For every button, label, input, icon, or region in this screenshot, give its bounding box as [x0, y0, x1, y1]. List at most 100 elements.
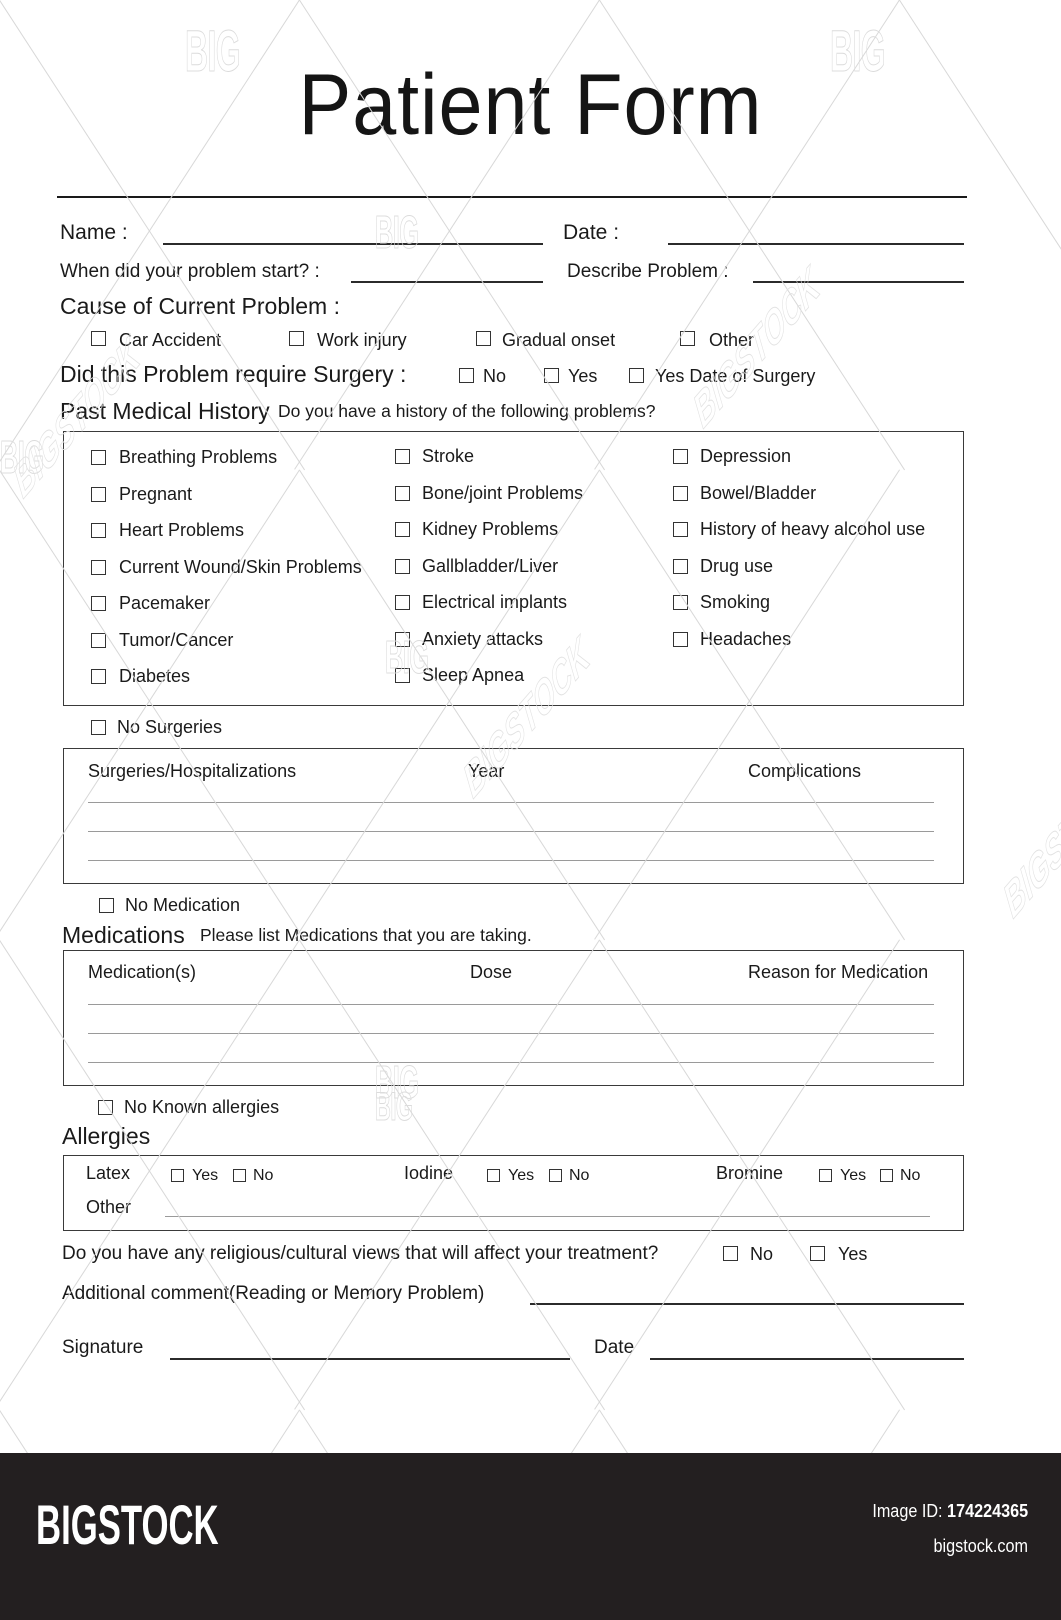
additional-comment-label: Additional comment(Reading or Memory Pro… — [62, 1283, 485, 1304]
checkbox-iodine-yes[interactable] — [487, 1169, 500, 1182]
religious-question-label: Do you have any religious/cultural views… — [62, 1243, 659, 1264]
cause-option-label: Car Accident — [119, 330, 222, 350]
checkbox-sleep-apnea[interactable] — [395, 668, 410, 683]
signoff-date-label: Date — [594, 1337, 635, 1358]
medications-heading: Medications — [62, 922, 185, 948]
history-item-label: Drug use — [700, 556, 774, 576]
medications-row-line[interactable] — [88, 1062, 934, 1063]
checkbox-anxiety-attacks[interactable] — [395, 632, 410, 647]
history-item-label: Breathing Problems — [119, 447, 278, 467]
history-item-label: Anxiety attacks — [422, 629, 544, 649]
problem-start-input[interactable] — [351, 281, 543, 283]
additional-comment-input[interactable] — [530, 1303, 964, 1305]
checkbox-gallbladder-liver[interactable] — [395, 559, 410, 574]
history-item-label: Electrical implants — [422, 592, 568, 612]
checkbox-kidney-problems[interactable] — [395, 522, 410, 537]
history-item-label: Sleep Apnea — [422, 665, 525, 685]
history-item-label: Stroke — [422, 446, 475, 466]
history-item-label: Diabetes — [119, 666, 191, 686]
history-item-label: Heart Problems — [119, 520, 245, 540]
checkbox-latex-no[interactable] — [233, 1169, 246, 1182]
checkbox-car-accident[interactable] — [91, 331, 106, 346]
medications-row-line[interactable] — [88, 1033, 934, 1034]
checkbox-surgery-date[interactable] — [629, 368, 644, 383]
no-known-allergies-label: No Known allergies — [124, 1097, 280, 1117]
checkbox-breathing-problems[interactable] — [91, 450, 106, 465]
allergies-heading: Allergies — [62, 1123, 151, 1149]
surgeries-row-line[interactable] — [88, 860, 934, 861]
signature-input[interactable] — [170, 1358, 570, 1360]
checkbox-tumor-cancer[interactable] — [91, 633, 106, 648]
checkbox-drug-use[interactable] — [673, 559, 688, 574]
checkbox-work-injury[interactable] — [289, 331, 304, 346]
describe-problem-label: Describe Problem : — [567, 261, 729, 282]
medications-col-header: Reason for Medication — [748, 962, 929, 982]
cause-option-label: Gradual onset — [502, 330, 616, 350]
checkbox-surgery-yes[interactable] — [544, 368, 559, 383]
name-label: Name : — [60, 221, 128, 244]
no-medication-label: No Medication — [125, 895, 241, 915]
checkbox-depression[interactable] — [673, 449, 688, 464]
name-input[interactable] — [163, 243, 543, 245]
surgeries-col-header: Surgeries/Hospitalizations — [88, 761, 297, 781]
checkbox-heart-problems[interactable] — [91, 523, 106, 538]
checkbox-other-cause[interactable] — [680, 331, 695, 346]
checkbox-iodine-no[interactable] — [549, 1169, 562, 1182]
signoff-date-input[interactable] — [650, 1358, 964, 1360]
past-medical-history-subheading: Do you have a history of the following p… — [278, 401, 656, 421]
checkbox-religious-yes[interactable] — [810, 1246, 825, 1261]
bigstock-logo: BIGSTOCK — [36, 1493, 219, 1556]
cause-heading: Cause of Current Problem : — [60, 293, 340, 319]
history-item-label: Kidney Problems — [422, 519, 559, 539]
checkbox-current-wound-skin-problems[interactable] — [91, 560, 106, 575]
checkbox-pregnant[interactable] — [91, 487, 106, 502]
medications-col-header: Medication(s) — [88, 962, 197, 982]
allergy-no-label: No — [253, 1167, 274, 1184]
checkbox-gradual-onset[interactable] — [476, 331, 491, 346]
checkbox-latex-yes[interactable] — [171, 1169, 184, 1182]
checkbox-smoking[interactable] — [673, 595, 688, 610]
form-page: Patient Form Name : Date : When did your… — [0, 0, 1061, 1453]
checkbox-history-heavy-alcohol-use[interactable] — [673, 522, 688, 537]
history-item-label: History of heavy alcohol use — [700, 519, 926, 539]
history-item-label: Smoking — [700, 592, 771, 612]
history-item-label: Gallbladder/Liver — [422, 556, 559, 576]
checkbox-bowel-bladder[interactable] — [673, 486, 688, 501]
surgeries-col-header: Year — [468, 761, 505, 781]
allergy-other-label: Other — [86, 1197, 132, 1217]
checkbox-bone-joint-problems[interactable] — [395, 486, 410, 501]
checkbox-no-medication[interactable] — [99, 898, 114, 913]
allergy-name-iodine: Iodine — [404, 1163, 454, 1183]
history-item-label: Bone/joint Problems — [422, 483, 584, 503]
checkbox-no-known-allergies[interactable] — [98, 1100, 113, 1115]
checkbox-electrical-implants[interactable] — [395, 595, 410, 610]
checkbox-headaches[interactable] — [673, 632, 688, 647]
checkbox-no-surgeries[interactable] — [91, 720, 106, 735]
surgeries-row-line[interactable] — [88, 831, 934, 832]
cause-option-label: Other — [709, 330, 755, 350]
allergy-no-label: No — [569, 1167, 590, 1184]
allergy-yes-label: Yes — [192, 1167, 219, 1184]
history-item-label: Bowel/Bladder — [700, 483, 817, 503]
cause-option-label: Work injury — [317, 330, 407, 350]
allergy-yes-label: Yes — [840, 1167, 867, 1184]
checkbox-bromine-no[interactable] — [880, 1169, 893, 1182]
history-item-label: Depression — [700, 446, 792, 466]
allergy-name-bromine: Bromine — [716, 1163, 784, 1183]
checkbox-surgery-no[interactable] — [459, 368, 474, 383]
date-input[interactable] — [668, 243, 964, 245]
checkbox-religious-no[interactable] — [723, 1246, 738, 1261]
allergy-other-input[interactable] — [165, 1216, 930, 1217]
checkbox-pacemaker[interactable] — [91, 596, 106, 611]
checkbox-bromine-yes[interactable] — [819, 1169, 832, 1182]
describe-problem-input[interactable] — [753, 281, 964, 283]
surgery-option-label: Yes — [568, 366, 598, 386]
medications-col-header: Dose — [470, 962, 513, 982]
page-title: Patient Form — [298, 57, 763, 153]
checkbox-diabetes[interactable] — [91, 669, 106, 684]
medications-row-line[interactable] — [88, 1004, 934, 1005]
checkbox-stroke[interactable] — [395, 449, 410, 464]
no-surgeries-label: No Surgeries — [117, 717, 223, 737]
date-label: Date : — [563, 221, 620, 244]
surgeries-row-line[interactable] — [88, 802, 934, 803]
